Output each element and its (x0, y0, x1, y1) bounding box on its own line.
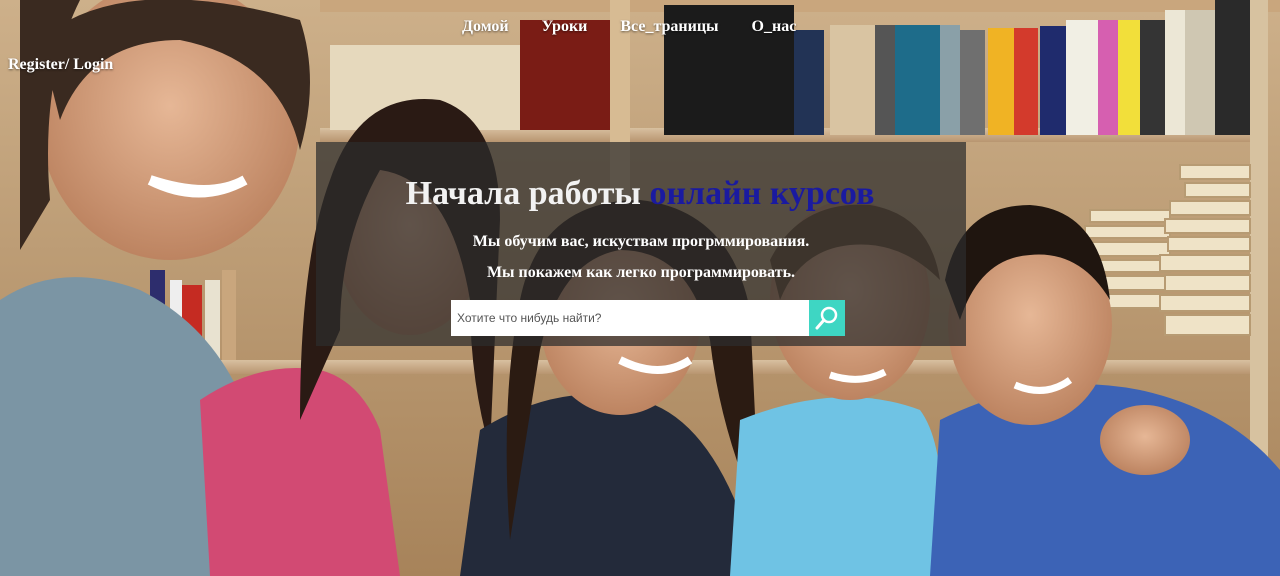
search-icon (815, 306, 838, 330)
nav-item-about[interactable]: О_нас (752, 18, 797, 36)
nav-item-all-pages[interactable]: Все_траницы (620, 18, 718, 36)
register-login-link[interactable]: Register/ Login (8, 56, 113, 74)
hero-title-accent: онлайн курсов (649, 175, 875, 212)
nav-item-lessons[interactable]: Уроки (542, 18, 588, 36)
search-input[interactable] (451, 300, 809, 336)
hero-subtitle-2: Мы покажем как легко программировать. (486, 264, 796, 281)
hero-title: Начала работы онлайн курсов (0, 175, 1280, 213)
nav-item-home[interactable]: Домой (462, 18, 509, 36)
search-button[interactable] (809, 300, 845, 336)
search-form (451, 300, 845, 336)
hero-title-main: Начала работы (405, 175, 641, 212)
page: Register/ Login Домой Уроки Все_траницы … (0, 0, 1280, 576)
main-nav: Домой Уроки Все_траницы О_нас (462, 18, 829, 36)
hero-subtitle-1: Мы обучим вас, искуствам прогрммирования… (472, 233, 810, 250)
